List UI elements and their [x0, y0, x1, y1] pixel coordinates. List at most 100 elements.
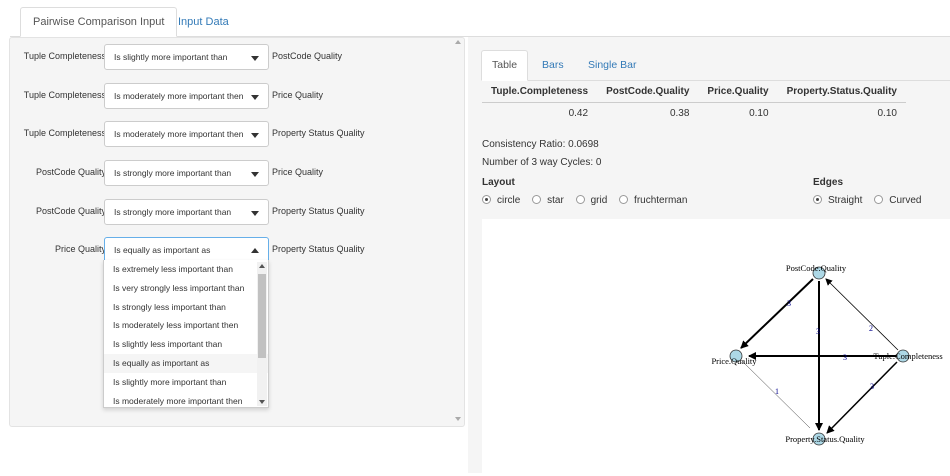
edges-option-straight[interactable]: Straight	[813, 194, 862, 206]
left-criterion-label: Tuple Completeness	[23, 128, 106, 138]
select-value: Is moderately more important then	[114, 91, 244, 101]
left-criterion-label: Price Quality	[54, 244, 106, 254]
graph-edge	[826, 361, 898, 434]
importance-dropdown-list: Is extremely less important than Is very…	[103, 260, 269, 408]
layout-option-grid[interactable]: grid	[575, 194, 608, 206]
right-criterion-label: Price Quality	[272, 167, 324, 177]
dropdown-option[interactable]: Is moderately more important then	[104, 392, 268, 407]
layout-option-circle[interactable]: circle	[482, 194, 521, 206]
weights-table: Tuple.Completeness PostCode.Quality Pric…	[482, 82, 906, 124]
select-value: Is strongly more important than	[114, 207, 232, 217]
layout-label: Layout	[482, 177, 515, 188]
importance-select[interactable]: Is strongly more important than	[104, 199, 269, 225]
table-cell: 0.10	[749, 107, 769, 119]
right-criterion-label: PostCode Quality	[272, 51, 343, 61]
edge-label: 2	[869, 324, 873, 333]
select-value: Is equally as important as	[114, 245, 211, 255]
right-criterion-label: Property Status Quality	[272, 244, 365, 254]
dropdown-option[interactable]: Is slightly more important than	[104, 373, 268, 392]
column-header: Property.Status.Quality	[777, 82, 906, 103]
radio-icon[interactable]	[532, 194, 542, 204]
chevron-down-icon	[251, 133, 259, 138]
select-value: Is slightly more important than	[114, 52, 228, 62]
scroll-up-icon[interactable]	[259, 264, 265, 268]
edges-radio-group: Straight Curved	[813, 194, 931, 207]
option-label: Curved	[889, 195, 922, 206]
edge-label: 3	[787, 299, 791, 308]
option-label: fruchterman	[634, 195, 688, 206]
radio-selected-icon[interactable]	[813, 194, 822, 204]
importance-select[interactable]: Is slightly more important than	[104, 44, 269, 70]
dropdown-option-selected[interactable]: Is equally as important as	[104, 353, 268, 373]
option-label: circle	[497, 195, 521, 206]
tab-table[interactable]: Table	[481, 50, 529, 81]
comparison-row: PostCode Quality Is strongly more import…	[10, 199, 455, 225]
comparison-row: Tuple Completeness Is moderately more im…	[10, 121, 455, 147]
dropdown-option[interactable]: Is very strongly less important than	[104, 279, 268, 298]
radio-icon[interactable]	[619, 194, 629, 204]
tab-pairwise-comparison-input[interactable]: Pairwise Comparison Input	[20, 7, 178, 37]
node-label: Price.Quality	[711, 356, 757, 366]
node-label: Tuple.Completeness	[873, 351, 942, 361]
tab-single-bar[interactable]: Single Bar	[577, 50, 647, 81]
scroll-down-icon[interactable]	[259, 400, 265, 404]
column-header: PostCode.Quality	[597, 82, 699, 103]
tab-input-data[interactable]: Input Data	[165, 7, 242, 37]
dropdown-option[interactable]: Is moderately less important then	[104, 316, 268, 335]
importance-select[interactable]: Is moderately more important then	[104, 121, 269, 147]
chevron-up-icon	[251, 248, 259, 253]
scrollbar-thumb[interactable]	[258, 274, 266, 358]
left-criterion-label: PostCode Quality	[35, 167, 106, 177]
option-label: star	[547, 195, 564, 206]
edges-option-curved[interactable]: Curved	[874, 194, 922, 206]
importance-select[interactable]: Is strongly more important than	[104, 160, 269, 186]
column-header: Tuple.Completeness	[482, 82, 598, 103]
dropdown-option[interactable]: Is strongly less important than	[104, 298, 268, 317]
table-cell: 0.38	[669, 107, 690, 119]
cycles-count-text: Number of 3 way Cycles: 0	[482, 157, 602, 168]
left-criterion-label: Tuple Completeness	[23, 51, 106, 61]
right-criterion-label: Property Status Quality	[272, 128, 365, 138]
comparison-row: Tuple Completeness Is slightly more impo…	[10, 44, 455, 70]
layout-option-star[interactable]: star	[532, 194, 564, 206]
edge-label: 1	[775, 387, 779, 396]
comparison-graph: 3 3 2 3 3 1 PostCode.Quality Price.Quali…	[482, 219, 950, 473]
chevron-down-icon	[251, 172, 259, 177]
edge-label: 3	[843, 353, 847, 362]
edges-label: Edges	[813, 177, 844, 188]
consistency-ratio-text: Consistency Ratio: 0.0698	[482, 139, 599, 150]
chevron-down-icon	[251, 56, 259, 61]
right-criterion-label: Property Status Quality	[272, 206, 365, 216]
tab-bars[interactable]: Bars	[531, 50, 575, 81]
option-label: grid	[590, 195, 608, 206]
graph-svg: 3 3 2 3 3 1 PostCode.Quality Price.Quali…	[711, 263, 943, 446]
radio-icon[interactable]	[874, 194, 884, 204]
table-cell: 0.42	[568, 107, 589, 119]
importance-select[interactable]: Is moderately more important then	[104, 83, 269, 109]
graph-edge	[740, 278, 814, 349]
comparison-row: PostCode Quality Is strongly more import…	[10, 160, 455, 186]
layout-option-fruchterman[interactable]: fruchterman	[619, 194, 688, 206]
table-cell: 0.10	[877, 107, 897, 119]
radio-selected-icon[interactable]	[482, 194, 491, 204]
edge-label: 3	[870, 382, 874, 391]
dropdown-scrollbar[interactable]	[257, 262, 267, 406]
dropdown-option[interactable]: Is slightly less important than	[104, 335, 268, 354]
panel-scroll-up-icon[interactable]	[455, 40, 461, 44]
dropdown-option[interactable]: Is extremely less important than	[104, 260, 268, 279]
chevron-down-icon	[251, 95, 259, 100]
node-label: Property.Status.Quality	[785, 434, 865, 444]
edge-label: 3	[816, 327, 820, 336]
right-criterion-label: Price Quality	[272, 90, 324, 100]
radio-icon[interactable]	[575, 194, 585, 204]
column-header: Price.Quality	[698, 82, 778, 103]
graph-edge	[825, 278, 899, 351]
left-criterion-label: Tuple Completeness	[23, 90, 106, 100]
comparison-row: Tuple Completeness Is moderately more im…	[10, 83, 455, 109]
node-label: PostCode.Quality	[786, 263, 847, 273]
layout-radio-group: circle star grid fruchterman	[482, 194, 696, 207]
panel-scroll-down-icon[interactable]	[455, 417, 461, 421]
select-value: Is strongly more important than	[114, 168, 232, 178]
table-row: 0.42 0.38 0.10 0.10	[482, 102, 906, 124]
chevron-down-icon	[251, 211, 259, 216]
